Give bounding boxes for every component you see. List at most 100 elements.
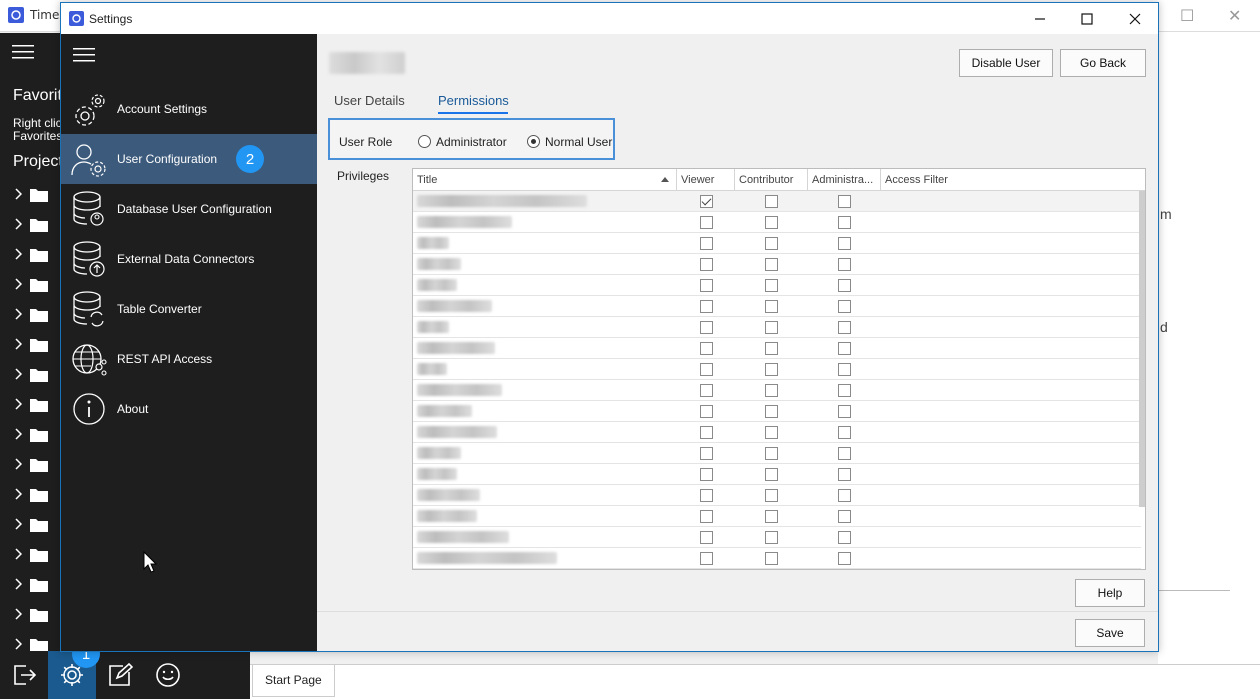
viewer-checkbox[interactable] <box>700 363 713 376</box>
chevron-right-icon[interactable] <box>14 548 22 560</box>
column-header-viewer[interactable]: Viewer <box>677 169 735 191</box>
project-folder-item[interactable] <box>14 605 54 625</box>
viewer-checkbox[interactable] <box>700 489 713 502</box>
edit-button[interactable] <box>96 651 144 699</box>
logout-button[interactable] <box>0 651 48 699</box>
administrator-checkbox[interactable] <box>838 363 851 376</box>
privilege-row[interactable] <box>413 212 1141 233</box>
contributor-checkbox[interactable] <box>765 489 778 502</box>
administrator-radio-label[interactable]: Administrator <box>436 135 507 149</box>
administrator-checkbox[interactable] <box>838 258 851 271</box>
viewer-checkbox[interactable] <box>700 426 713 439</box>
nav-item-table-converter[interactable]: Table Converter <box>61 284 317 334</box>
chevron-right-icon[interactable] <box>14 188 22 200</box>
administrator-checkbox[interactable] <box>838 216 851 229</box>
contributor-checkbox[interactable] <box>765 552 778 565</box>
privilege-row[interactable] <box>413 254 1141 275</box>
privilege-row[interactable] <box>413 506 1141 527</box>
contributor-checkbox[interactable] <box>765 216 778 229</box>
chevron-right-icon[interactable] <box>14 398 22 410</box>
viewer-checkbox[interactable] <box>700 279 713 292</box>
viewer-checkbox[interactable] <box>700 405 713 418</box>
viewer-checkbox[interactable] <box>700 258 713 271</box>
administrator-checkbox[interactable] <box>838 300 851 313</box>
administrator-checkbox[interactable] <box>838 447 851 460</box>
privilege-row[interactable] <box>413 485 1141 506</box>
chevron-right-icon[interactable] <box>14 278 22 290</box>
administrator-checkbox[interactable] <box>838 342 851 355</box>
minimize-button[interactable] <box>1017 3 1063 34</box>
normal-user-radio[interactable] <box>527 135 540 148</box>
viewer-checkbox[interactable] <box>700 447 713 460</box>
nav-item-database-user-configuration[interactable]: Database User Configuration <box>61 184 317 234</box>
grid-scrollbar-thumb[interactable] <box>1139 191 1145 507</box>
tab-permissions[interactable]: Permissions <box>438 93 509 108</box>
administrator-checkbox[interactable] <box>838 468 851 481</box>
privilege-row[interactable] <box>413 548 1141 569</box>
project-folder-item[interactable] <box>14 515 54 535</box>
hamburger-menu-icon[interactable] <box>73 48 95 62</box>
column-header-administrator[interactable]: Administra... <box>808 169 881 191</box>
contributor-checkbox[interactable] <box>765 321 778 334</box>
contributor-checkbox[interactable] <box>765 426 778 439</box>
contributor-checkbox[interactable] <box>765 279 778 292</box>
column-header-title[interactable]: Title <box>413 169 677 191</box>
privilege-row[interactable] <box>413 527 1141 548</box>
contributor-checkbox[interactable] <box>765 342 778 355</box>
contributor-checkbox[interactable] <box>765 531 778 544</box>
administrator-checkbox[interactable] <box>838 531 851 544</box>
close-button[interactable] <box>1112 3 1158 34</box>
viewer-checkbox[interactable] <box>700 195 713 208</box>
nav-item-about[interactable]: About <box>61 384 317 434</box>
privilege-row[interactable] <box>413 443 1141 464</box>
privilege-row[interactable] <box>413 422 1141 443</box>
project-folder-item[interactable] <box>14 485 54 505</box>
go-back-button[interactable]: Go Back <box>1060 49 1146 77</box>
viewer-checkbox[interactable] <box>700 552 713 565</box>
maximize-button[interactable] <box>1064 3 1110 34</box>
contributor-checkbox[interactable] <box>765 405 778 418</box>
chevron-right-icon[interactable] <box>14 578 22 590</box>
privilege-row[interactable] <box>413 233 1141 254</box>
chevron-right-icon[interactable] <box>14 518 22 530</box>
viewer-checkbox[interactable] <box>700 531 713 544</box>
administrator-checkbox[interactable] <box>838 405 851 418</box>
project-folder-item[interactable] <box>14 275 54 295</box>
contributor-checkbox[interactable] <box>765 447 778 460</box>
privilege-row[interactable] <box>413 296 1141 317</box>
contributor-checkbox[interactable] <box>765 384 778 397</box>
chevron-right-icon[interactable] <box>14 248 22 260</box>
privilege-row[interactable] <box>413 380 1141 401</box>
project-folder-item[interactable] <box>14 455 54 475</box>
contributor-checkbox[interactable] <box>765 195 778 208</box>
project-folder-item[interactable] <box>14 425 54 445</box>
chevron-right-icon[interactable] <box>14 218 22 230</box>
viewer-checkbox[interactable] <box>700 384 713 397</box>
privilege-row[interactable] <box>413 317 1141 338</box>
bg-maximize-icon[interactable]: ☐ <box>1180 6 1194 25</box>
privilege-row[interactable] <box>413 191 1141 212</box>
project-folder-item[interactable] <box>14 245 54 265</box>
privilege-row[interactable] <box>413 464 1141 485</box>
tab-user-details[interactable]: User Details <box>334 93 405 108</box>
viewer-checkbox[interactable] <box>700 321 713 334</box>
chevron-right-icon[interactable] <box>14 638 22 650</box>
project-folder-item[interactable] <box>14 575 54 595</box>
viewer-checkbox[interactable] <box>700 216 713 229</box>
bg-close-icon[interactable]: ✕ <box>1228 6 1241 25</box>
viewer-checkbox[interactable] <box>700 510 713 523</box>
chevron-right-icon[interactable] <box>14 428 22 440</box>
administrator-checkbox[interactable] <box>838 510 851 523</box>
project-folder-item[interactable] <box>14 305 54 325</box>
contributor-checkbox[interactable] <box>765 258 778 271</box>
privilege-row[interactable] <box>413 338 1141 359</box>
nav-item-external-data-connectors[interactable]: External Data Connectors <box>61 234 317 284</box>
privilege-row[interactable] <box>413 275 1141 296</box>
nav-item-account-settings[interactable]: Account Settings <box>61 84 317 134</box>
administrator-checkbox[interactable] <box>838 279 851 292</box>
project-folder-item[interactable] <box>14 545 54 565</box>
viewer-checkbox[interactable] <box>700 237 713 250</box>
privilege-row[interactable] <box>413 401 1141 422</box>
tab-start-page[interactable]: Start Page <box>252 665 335 697</box>
viewer-checkbox[interactable] <box>700 468 713 481</box>
